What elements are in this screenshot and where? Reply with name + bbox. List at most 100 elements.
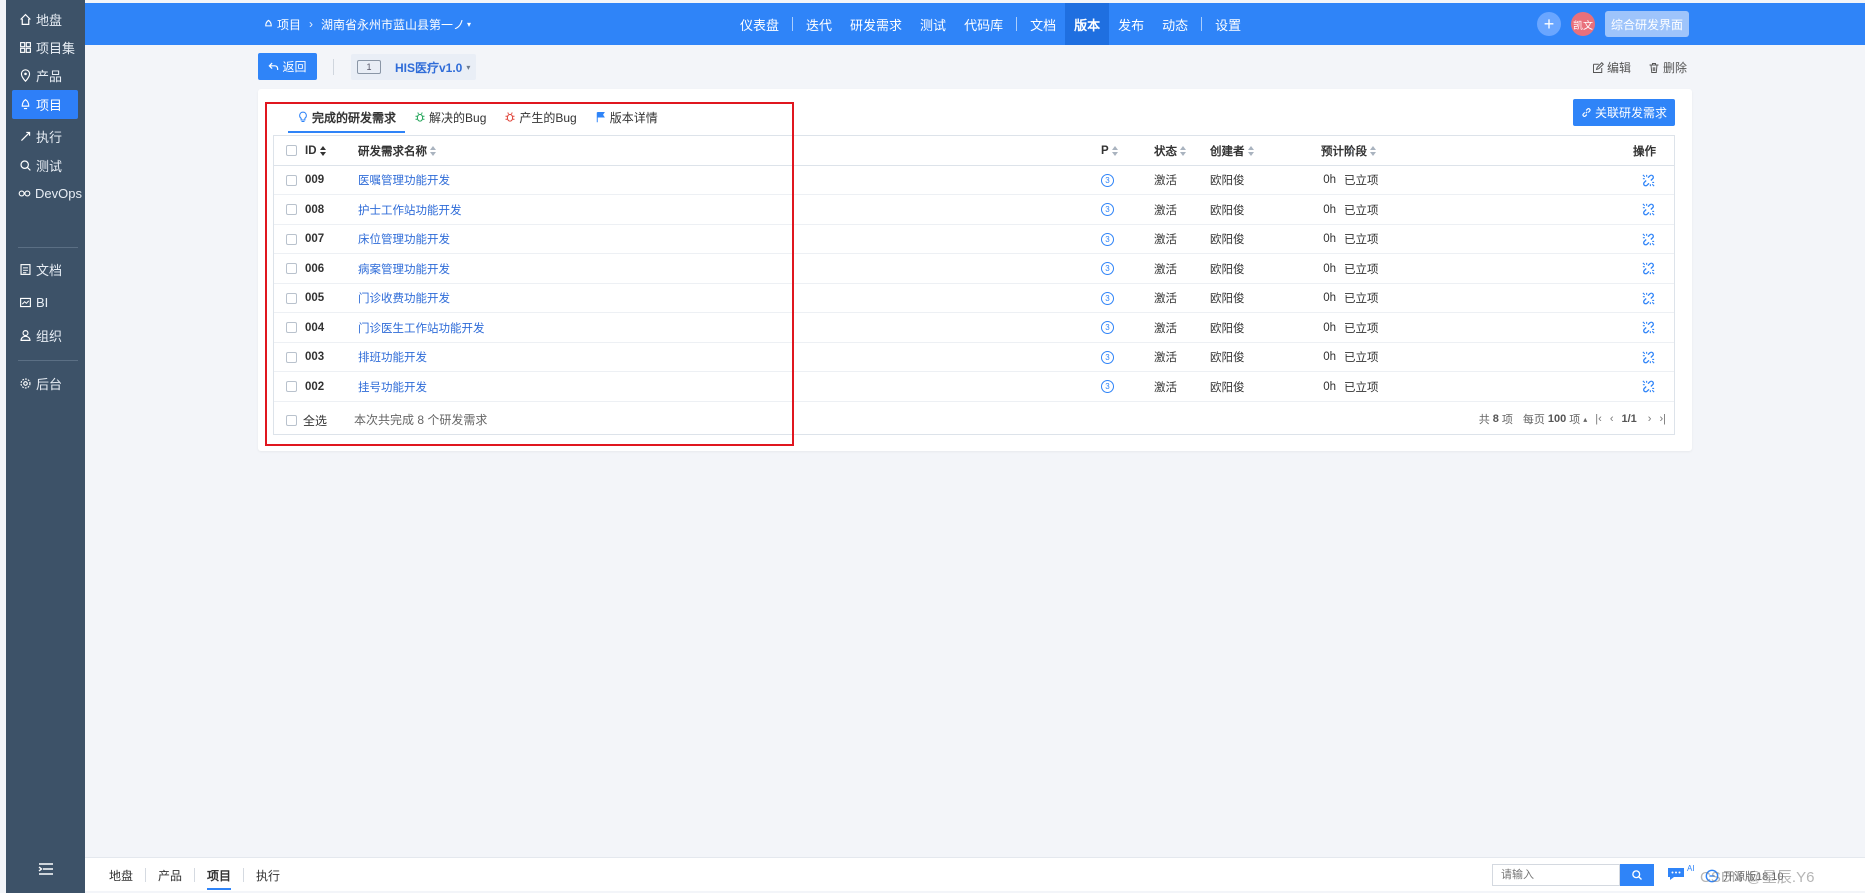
table-row[interactable]: 005 门诊收费功能开发 3 激活 欧阳俊 0h 已立项 (274, 284, 1674, 313)
table-row[interactable]: 008 护士工作站功能开发 3 激活 欧阳俊 0h 已立项 (274, 196, 1674, 225)
story-name-link[interactable]: 排班功能开发 (358, 343, 427, 371)
sidebar-item-test[interactable]: 测试 (12, 151, 78, 180)
version-selector[interactable]: 1 HIS医疗v1.0 ▾ (351, 54, 477, 80)
edit-button[interactable]: 编辑 (1592, 59, 1631, 76)
checkbox[interactable] (286, 204, 297, 215)
table-row[interactable]: 003 排班功能开发 3 激活 欧阳俊 0h 已立项 (274, 343, 1674, 372)
avatar[interactable]: 凯文 (1571, 12, 1595, 36)
story-name-link[interactable]: 病案管理功能开发 (358, 255, 450, 283)
unlink-icon[interactable] (1641, 261, 1656, 276)
col-header-creator[interactable]: 创建者 (1210, 136, 1255, 165)
nav-test[interactable]: 测试 (911, 3, 955, 45)
sidebar-item-project[interactable]: 项目 (12, 90, 78, 119)
checkbox[interactable] (286, 292, 297, 304)
nav-settings[interactable]: 设置 (1206, 3, 1250, 45)
bottom-nav-project[interactable]: 项目 (195, 867, 243, 890)
row-checkbox-cell[interactable] (286, 196, 297, 224)
col-header-id[interactable]: ID (305, 136, 327, 165)
story-name-link[interactable]: 床位管理功能开发 (358, 225, 450, 253)
unlink-icon[interactable] (1641, 379, 1656, 394)
table-row[interactable]: 006 病案管理功能开发 3 激活 欧阳俊 0h 已立项 (274, 255, 1674, 284)
checkbox[interactable] (286, 322, 297, 333)
nav-repo[interactable]: 代码库 (955, 3, 1012, 45)
sidebar-item-devops[interactable]: DevOps (12, 179, 82, 208)
unlink-icon[interactable] (1641, 202, 1656, 217)
nav-build[interactable]: 版本 (1065, 3, 1110, 45)
nav-dashboard[interactable]: 仪表盘 (731, 3, 788, 45)
ai-chat-button[interactable]: AI (1666, 864, 1695, 882)
table-row[interactable]: 007 床位管理功能开发 3 激活 欧阳俊 0h 已立项 (274, 225, 1674, 254)
delete-button[interactable]: 删除 (1648, 59, 1687, 76)
sidebar-item-bi[interactable]: BI (12, 288, 78, 317)
bottom-nav-execution[interactable]: 执行 (244, 867, 292, 884)
select-all[interactable]: 全选 (286, 412, 327, 429)
row-checkbox-cell[interactable] (286, 343, 297, 371)
row-checkbox-cell[interactable] (286, 255, 297, 283)
sidebar-item-product[interactable]: 产品 (12, 61, 78, 90)
col-header-status[interactable]: 状态 (1154, 136, 1187, 165)
row-checkbox-cell[interactable] (286, 314, 297, 342)
last-page-icon[interactable]: ›| (1659, 413, 1666, 425)
sidebar-item-home[interactable]: 地盘 (12, 5, 78, 34)
back-button[interactable]: 返回 (258, 53, 317, 80)
breadcrumb-project[interactable]: 湖南省永州市蓝山县第一ノ (321, 16, 465, 33)
row-checkbox-cell[interactable] (286, 166, 297, 194)
pager-per-page-select[interactable]: 100 (1548, 413, 1566, 425)
unlink-icon[interactable] (1641, 291, 1656, 306)
checkbox[interactable] (286, 381, 297, 392)
unlink-icon[interactable] (1641, 320, 1656, 335)
table-row[interactable]: 009 医嘱管理功能开发 3 激活 欧阳俊 0h 已立项 (274, 166, 1674, 195)
unlink-icon[interactable] (1641, 350, 1656, 365)
sidebar-item-doc[interactable]: 文档 (12, 255, 78, 284)
col-header-name[interactable]: 研发需求名称 (358, 136, 437, 165)
nav-release[interactable]: 发布 (1109, 3, 1153, 45)
nav-dynamic[interactable]: 动态 (1153, 3, 1197, 45)
row-checkbox-cell[interactable] (286, 284, 297, 312)
story-name-link[interactable]: 挂号功能开发 (358, 373, 427, 401)
chevron-down-icon[interactable]: ▾ (467, 20, 471, 29)
tab-generated-bugs[interactable]: 产生的Bug (495, 103, 585, 133)
next-page-icon[interactable]: › (1648, 413, 1652, 425)
table-row[interactable]: 002 挂号功能开发 3 激活 欧阳俊 0h 已立项 (274, 373, 1674, 402)
checkbox[interactable] (286, 233, 297, 245)
nav-story[interactable]: 研发需求 (841, 3, 911, 45)
breadcrumb-root[interactable]: 项目 (277, 16, 301, 33)
tab-stories[interactable]: 完成的研发需求 (288, 103, 406, 133)
tab-resolved-bugs[interactable]: 解决的Bug (405, 103, 495, 133)
col-header-pri[interactable]: P (1101, 136, 1119, 165)
bottom-nav-product[interactable]: 产品 (146, 867, 194, 884)
checkbox[interactable] (286, 174, 297, 186)
bottom-nav-home[interactable]: 地盘 (97, 867, 145, 884)
story-name-link[interactable]: 医嘱管理功能开发 (358, 166, 450, 194)
prev-page-icon[interactable]: ‹ (1610, 413, 1614, 425)
sidebar-item-program[interactable]: 项目集 (12, 33, 78, 62)
sidebar-item-execution[interactable]: 执行 (12, 122, 78, 151)
story-name-link[interactable]: 护士工作站功能开发 (358, 196, 462, 224)
table-row[interactable]: 004 门诊医生工作站功能开发 3 激活 欧阳俊 0h 已立项 (274, 314, 1674, 343)
global-search-button[interactable] (1620, 864, 1654, 886)
unlink-icon[interactable] (1641, 232, 1656, 247)
checkbox[interactable] (286, 145, 297, 156)
checkbox[interactable] (286, 351, 297, 363)
story-name-link[interactable]: 门诊收费功能开发 (358, 284, 450, 312)
row-checkbox-cell[interactable] (286, 225, 297, 253)
select-all-header-checkbox[interactable] (286, 136, 297, 165)
col-header-stage[interactable]: 阶段 (1344, 136, 1377, 165)
chevron-down-icon[interactable]: ▴ (1583, 415, 1587, 424)
unlink-icon[interactable] (1641, 173, 1656, 188)
create-button[interactable]: + (1537, 12, 1561, 36)
sidebar-item-org[interactable]: 组织 (12, 321, 78, 350)
sidebar-collapse-toggle[interactable] (38, 862, 54, 876)
global-search-input[interactable] (1492, 864, 1620, 886)
link-story-button[interactable]: 关联研发需求 (1573, 99, 1675, 126)
switch-view-button[interactable]: 综合研发界面 (1605, 11, 1689, 37)
tab-build-details[interactable]: 版本详情 (586, 103, 667, 133)
checkbox[interactable] (286, 415, 297, 426)
nav-doc[interactable]: 文档 (1021, 3, 1065, 45)
story-name-link[interactable]: 门诊医生工作站功能开发 (358, 314, 485, 342)
sidebar-item-admin[interactable]: 后台 (12, 369, 78, 398)
first-page-icon[interactable]: |‹ (1595, 413, 1602, 425)
row-checkbox-cell[interactable] (286, 373, 297, 401)
nav-iteration[interactable]: 迭代 (797, 3, 841, 45)
checkbox[interactable] (286, 263, 297, 274)
